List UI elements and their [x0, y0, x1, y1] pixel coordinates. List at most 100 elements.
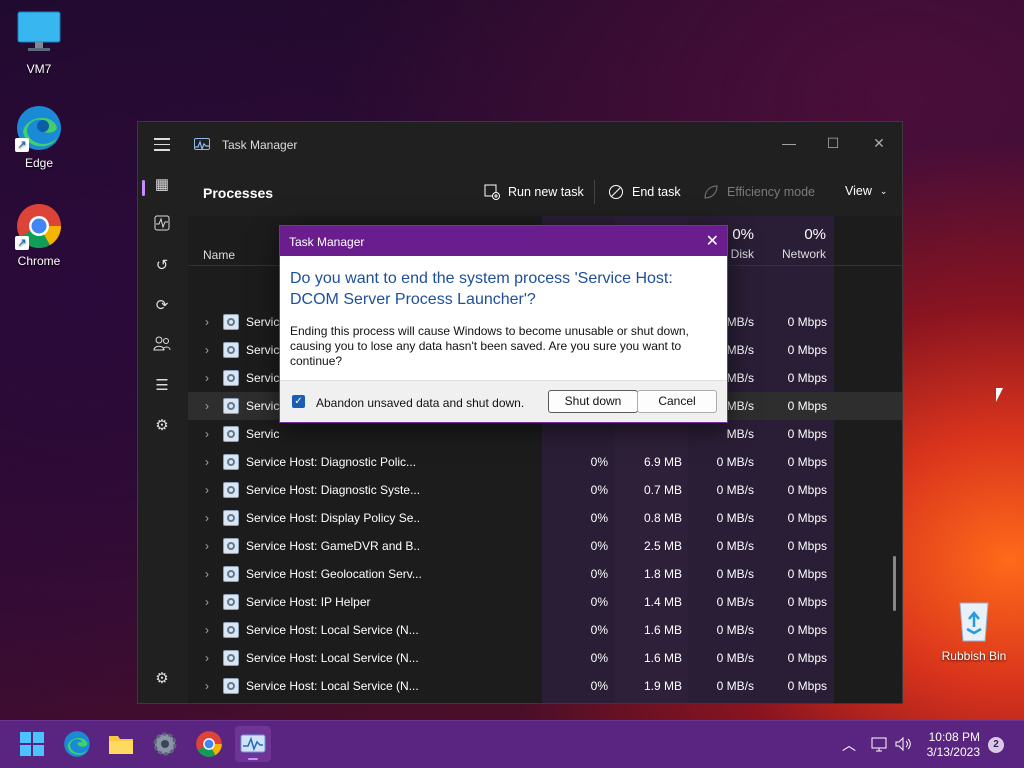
desktop-icon-edge[interactable]: ↗ Edge	[4, 104, 74, 170]
command-bar: Processes Run new task End task Efficien…	[188, 168, 902, 216]
service-host-icon	[223, 650, 239, 666]
table-row[interactable]: › Service Host: Local Service (N... 0% 1.6 …	[188, 616, 902, 644]
expand-chevron-icon[interactable]: ›	[205, 371, 209, 385]
startup-apps-icon[interactable]: ⟳	[151, 295, 173, 317]
recycle-bin-icon	[950, 597, 998, 645]
memory-cell: 1.9 MB	[643, 679, 682, 693]
table-row[interactable]: › Service Host: Local Service (N... 0% 1.6 …	[188, 644, 902, 672]
minimize-button[interactable]: —	[774, 130, 804, 156]
expand-chevron-icon[interactable]: ›	[205, 623, 209, 637]
table-row[interactable]: › Servic MB/s 0 Mbps	[188, 420, 902, 448]
expand-chevron-icon[interactable]: ›	[205, 679, 209, 693]
details-icon[interactable]: ☰	[151, 375, 173, 397]
expand-chevron-icon[interactable]: ›	[205, 595, 209, 609]
volume-icon[interactable]	[894, 735, 912, 768]
expand-chevron-icon[interactable]: ›	[205, 455, 209, 469]
taskbar-file-explorer-icon[interactable]	[107, 730, 135, 758]
clock[interactable]: 10:08 PM 3/13/2023	[927, 730, 980, 760]
cpu-cell: 0%	[590, 539, 608, 553]
app-history-icon[interactable]: ↺	[151, 255, 173, 277]
expand-chevron-icon[interactable]: ›	[205, 539, 209, 553]
taskbar-chrome-icon[interactable]	[195, 730, 223, 758]
abandon-data-checkbox-label[interactable]: Abandon unsaved data and shut down.	[316, 396, 524, 410]
processes-icon[interactable]: ▦	[151, 174, 173, 196]
disk-cell: 0 MB/s	[716, 483, 754, 497]
dialog-main-instruction: Do you want to end the system process 'S…	[290, 270, 673, 308]
run-new-task-label: Run new task	[508, 185, 584, 199]
taskbar-edge-icon[interactable]	[63, 730, 91, 758]
users-icon[interactable]	[151, 335, 173, 357]
performance-icon[interactable]	[151, 215, 173, 237]
table-row[interactable]: › Service Host: IP Helper 0% 1.4 MB 0 MB/s 0 …	[188, 588, 902, 616]
view-label: View	[845, 184, 872, 198]
end-task-icon	[608, 184, 624, 200]
network-cell: 0 Mbps	[787, 427, 827, 441]
network-icon[interactable]	[870, 735, 888, 768]
abandon-data-checkbox[interactable]: ✓	[292, 395, 305, 408]
run-new-task-button[interactable]: Run new task	[484, 184, 584, 200]
close-button[interactable]: ✕	[864, 130, 894, 156]
chevron-up-icon[interactable]: ︿	[842, 735, 856, 768]
notification-badge[interactable]: 2	[988, 737, 1004, 753]
dialog-body-text: Ending this process will cause Windows t…	[290, 324, 689, 368]
disk-cell: 0 MB/s	[716, 623, 754, 637]
table-row[interactable]: › Service Host: Display Policy Se... 0% 0.8…	[188, 504, 902, 532]
desktop-icon-chrome[interactable]: ↗ Chrome	[4, 202, 74, 268]
table-row[interactable]: ›Service Host: Local Service (N...0%1.1 …	[188, 700, 902, 703]
disk-cell: 0 MB/s	[716, 651, 754, 665]
network-cell: 0 Mbps	[787, 343, 827, 357]
clock-time: 10:08 PM	[928, 730, 980, 744]
memory-cell: 1.6 MB	[643, 623, 682, 637]
view-menu-button[interactable]: View ⌄	[845, 184, 887, 198]
expand-chevron-icon[interactable]: ›	[205, 511, 209, 525]
efficiency-mode-button[interactable]: Efficiency mode	[703, 184, 815, 200]
edge-icon: ↗	[15, 104, 63, 152]
desktop-icon-vm7[interactable]: VM7	[4, 10, 74, 76]
monitor-icon	[15, 10, 63, 58]
process-name: Service Host: Local Service (N...	[246, 679, 419, 693]
expand-chevron-icon[interactable]: ›	[205, 567, 209, 581]
expand-chevron-icon[interactable]: ›	[205, 427, 209, 441]
hamburger-menu-icon[interactable]	[154, 138, 170, 152]
cancel-button[interactable]: Cancel	[637, 390, 717, 413]
title-bar: Task Manager — ☐ ✕	[138, 122, 902, 168]
service-host-icon	[223, 622, 239, 638]
dialog-close-icon[interactable]: ✕	[706, 231, 719, 251]
table-row[interactable]: › Service Host: Geolocation Serv... 0% 1.8 …	[188, 560, 902, 588]
scrollbar-thumb[interactable]	[893, 556, 896, 611]
column-header-name[interactable]: Name	[203, 248, 235, 262]
shut-down-button[interactable]: Shut down	[548, 390, 638, 413]
table-row[interactable]: › Service Host: GameDVR and B... 0% 2.5 MB 0…	[188, 532, 902, 560]
task-manager-app-icon	[194, 138, 210, 151]
maximize-button[interactable]: ☐	[818, 130, 848, 156]
expand-chevron-icon[interactable]: ›	[205, 483, 209, 497]
desktop-icon-rubbish-bin[interactable]: Rubbish Bin	[939, 597, 1009, 663]
taskbar-settings-icon[interactable]	[151, 730, 179, 758]
expand-chevron-icon[interactable]: ›	[205, 343, 209, 357]
efficiency-mode-label: Efficiency mode	[727, 185, 816, 199]
navigation-pane: ▦ ↺ ⟳ ☰ ⚙ ⚙	[138, 168, 188, 703]
table-row[interactable]: › Service Host: Diagnostic Syste... 0% 0.7 …	[188, 476, 902, 504]
table-row[interactable]: › Service Host: Diagnostic Polic... 0% 6.9 …	[188, 448, 902, 476]
cpu-cell: 0%	[590, 567, 608, 581]
network-cell: 0 Mbps	[787, 567, 827, 581]
cpu-cell: 0%	[590, 483, 608, 497]
settings-icon[interactable]: ⚙	[151, 668, 173, 690]
network-cell: 0 Mbps	[787, 399, 827, 413]
memory-cell: 1.6 MB	[643, 651, 682, 665]
expand-chevron-icon[interactable]: ›	[205, 651, 209, 665]
process-name: Service Host: Geolocation Serv...	[246, 567, 421, 581]
network-cell: 0 Mbps	[787, 651, 827, 665]
network-cell: 0 Mbps	[787, 623, 827, 637]
taskbar-task-manager-icon[interactable]	[235, 726, 271, 762]
end-task-button[interactable]: End task	[608, 184, 681, 200]
nav-selection-indicator	[142, 180, 145, 196]
chrome-icon: ↗	[15, 202, 63, 250]
column-header-network[interactable]: 0% Network	[768, 226, 826, 261]
table-row[interactable]: › Service Host: Local Service (N... 0% 1.9 …	[188, 672, 902, 700]
expand-chevron-icon[interactable]: ›	[205, 399, 209, 413]
expand-chevron-icon[interactable]: ›	[205, 315, 209, 329]
start-button[interactable]	[18, 730, 46, 758]
process-name: Service Host: Display Policy Se...	[246, 511, 421, 525]
services-icon[interactable]: ⚙	[151, 415, 173, 437]
